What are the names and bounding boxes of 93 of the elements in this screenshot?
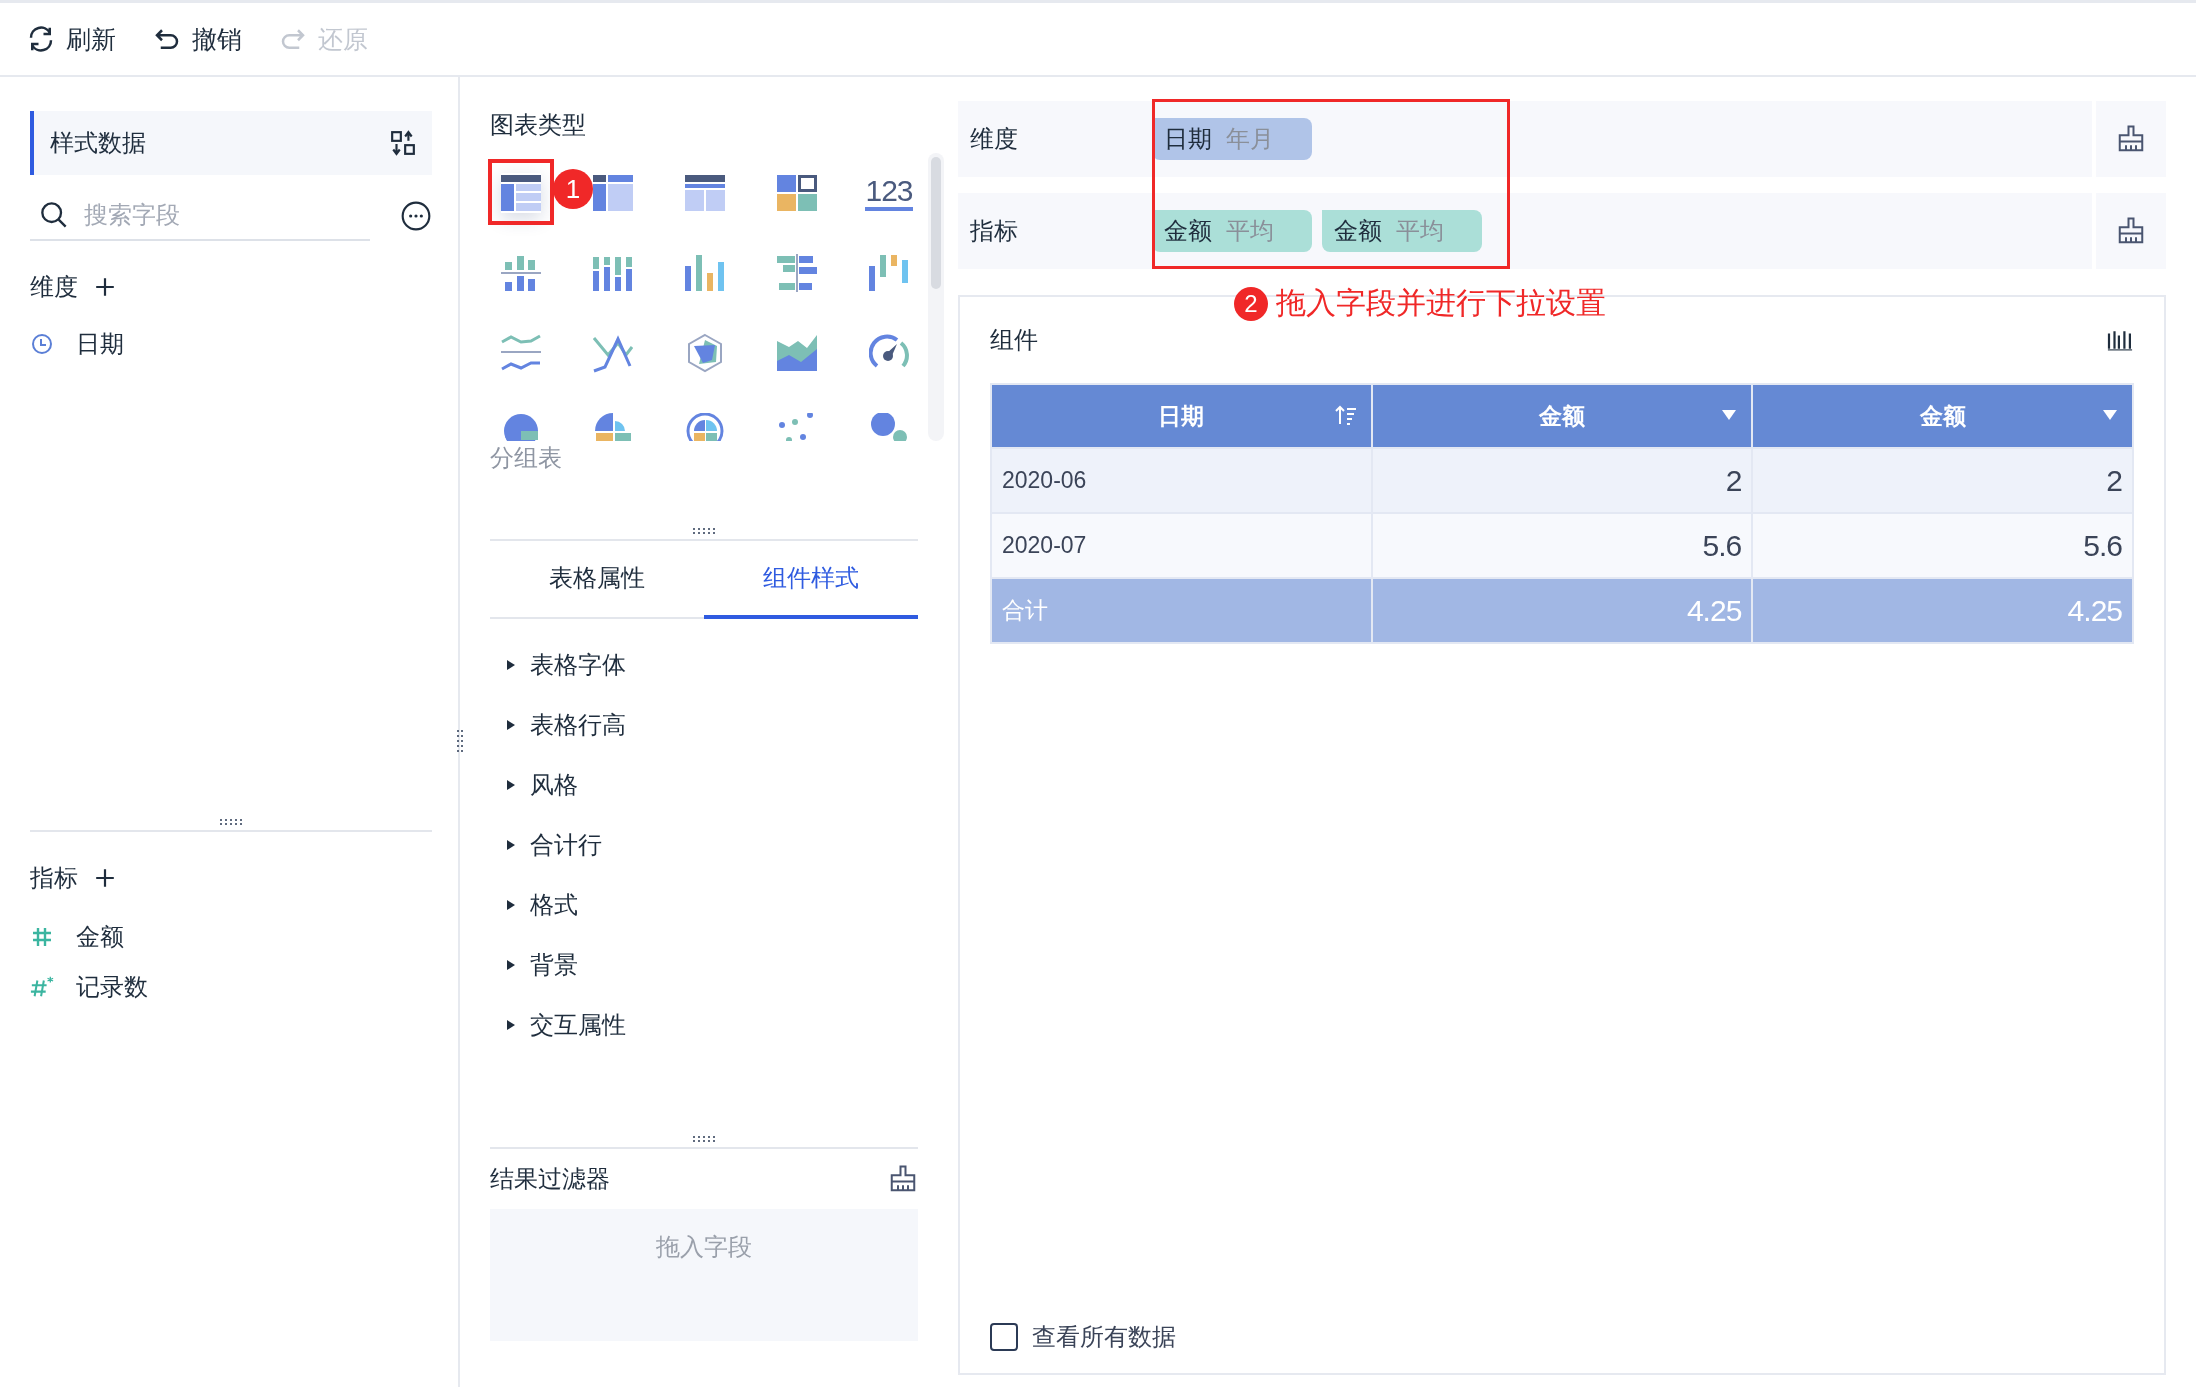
column-chart-icon: [685, 253, 725, 293]
line-chart-icon: [593, 333, 633, 373]
chart-type-option[interactable]: [777, 333, 817, 373]
hash-asterisk-icon: [30, 975, 54, 999]
card-title: 组件: [990, 325, 1038, 355]
field-item[interactable]: 金额: [30, 912, 432, 962]
chart-type-option[interactable]: [685, 413, 725, 441]
sort-icon[interactable]: [1334, 404, 1357, 426]
brush-icon[interactable]: [888, 1164, 918, 1194]
resize-handle[interactable]: [456, 729, 464, 753]
chart-type-option[interactable]: [501, 413, 541, 441]
sunburst-chart-icon: [685, 413, 725, 441]
table-cell: 5.6: [1752, 513, 2133, 578]
collapsible-section[interactable]: 表格字体: [490, 635, 918, 695]
toolbar-button[interactable]: 撤销: [152, 22, 242, 56]
bubble-chart-icon: [869, 413, 909, 441]
dropdown-icon[interactable]: [2102, 409, 2118, 421]
caret-icon: [506, 839, 516, 851]
total-cell: 4.25: [1752, 578, 2133, 643]
switch-icon[interactable]: [390, 130, 416, 156]
scrollbar[interactable]: [928, 153, 944, 441]
clock-icon: [30, 332, 54, 356]
drag-handle[interactable]: [219, 818, 243, 826]
field-shelf: 指标 金额 平均 金额 平均: [958, 193, 2166, 269]
kpi-card-chart-icon: [777, 173, 817, 213]
split-column-chart-icon: [501, 253, 541, 293]
search-field[interactable]: 搜索字段: [84, 195, 354, 235]
field-pill[interactable]: 金额 平均: [1152, 210, 1312, 252]
chart-type-option[interactable]: [501, 173, 541, 213]
split-line-chart-icon: [501, 333, 541, 373]
detail-table-chart-icon: [685, 173, 725, 213]
annotation-text: 拖入字段并进行下拉设置: [1276, 285, 1606, 321]
drag-handle[interactable]: [692, 527, 716, 535]
table-cell: 2: [1752, 448, 2133, 513]
bar-chart-icon[interactable]: [2106, 329, 2134, 351]
drag-handle[interactable]: [692, 1135, 716, 1143]
dropdown-icon[interactable]: [1721, 409, 1738, 421]
radar-chart-icon: [685, 333, 725, 373]
search-icon: [40, 201, 68, 229]
tab[interactable]: 表格属性: [490, 541, 704, 619]
table-cell: 5.6: [1371, 513, 1753, 578]
panel-title: 图表类型: [490, 110, 587, 140]
dataset-selector[interactable]: 样式数据: [30, 111, 432, 175]
tab[interactable]: 组件样式: [704, 541, 918, 619]
brush-icon[interactable]: [2116, 124, 2146, 154]
view-all-checkbox[interactable]: 查看所有数据: [990, 1307, 2134, 1367]
caret-icon: [506, 899, 516, 911]
group-table-chart-icon: [501, 173, 541, 213]
collapsible-section[interactable]: 交互属性: [490, 995, 918, 1055]
collapsible-section[interactable]: 合计行: [490, 815, 918, 875]
total-cell: 4.25: [1371, 578, 1753, 643]
caret-icon: [506, 1019, 516, 1031]
table-cell: 2: [1371, 448, 1753, 513]
chart-type-option[interactable]: [685, 253, 725, 293]
chart-type-option[interactable]: [777, 173, 817, 213]
add-icon[interactable]: [94, 867, 116, 889]
total-cell: 合计: [991, 578, 1372, 643]
section-title: 结果过滤器: [490, 1164, 610, 1194]
field-item[interactable]: 记录数: [30, 962, 432, 1012]
chart-type-option[interactable]: [593, 173, 633, 213]
rose-chart-icon: [593, 413, 633, 441]
add-icon[interactable]: [94, 276, 116, 298]
collapsible-section[interactable]: 表格行高: [490, 695, 918, 755]
diverging-bar-chart-icon: [777, 253, 817, 293]
caret-icon: [506, 659, 516, 671]
chart-type-option[interactable]: [685, 173, 725, 213]
table-cell: 2020-06: [991, 448, 1372, 513]
caret-icon: [506, 959, 516, 971]
caret-icon: [506, 779, 516, 791]
more-icon[interactable]: [400, 200, 432, 232]
caret-icon: [506, 719, 516, 731]
area-chart-icon: [777, 333, 817, 373]
field-pill[interactable]: 日期 年月: [1152, 118, 1312, 160]
chart-type-label: 分组表: [490, 443, 563, 473]
brush-icon[interactable]: [2116, 216, 2146, 246]
step-badge: 1: [553, 169, 593, 209]
field-pill[interactable]: 金额 平均: [1322, 210, 1482, 252]
checkbox[interactable]: [990, 1323, 1018, 1351]
collapsible-section[interactable]: 背景: [490, 935, 918, 995]
cross-table-chart-icon: [593, 173, 633, 213]
collapsible-section[interactable]: 格式: [490, 875, 918, 935]
field-item[interactable]: 日期: [30, 319, 432, 369]
table-cell: 2020-07: [991, 513, 1372, 578]
toolbar-button[interactable]: 刷新: [26, 22, 116, 56]
pie-chart-icon: [501, 413, 541, 441]
waterfall-chart-icon: [869, 253, 909, 293]
hash-icon: [30, 925, 54, 949]
callout-frame: [488, 159, 554, 225]
section-title: 维度: [30, 272, 78, 302]
section-title: 指标: [30, 863, 78, 893]
step-badge: 2: [1234, 286, 1268, 321]
collapsible-section[interactable]: 风格: [490, 755, 918, 815]
field-shelf: 维度 日期 年月: [958, 101, 2166, 177]
